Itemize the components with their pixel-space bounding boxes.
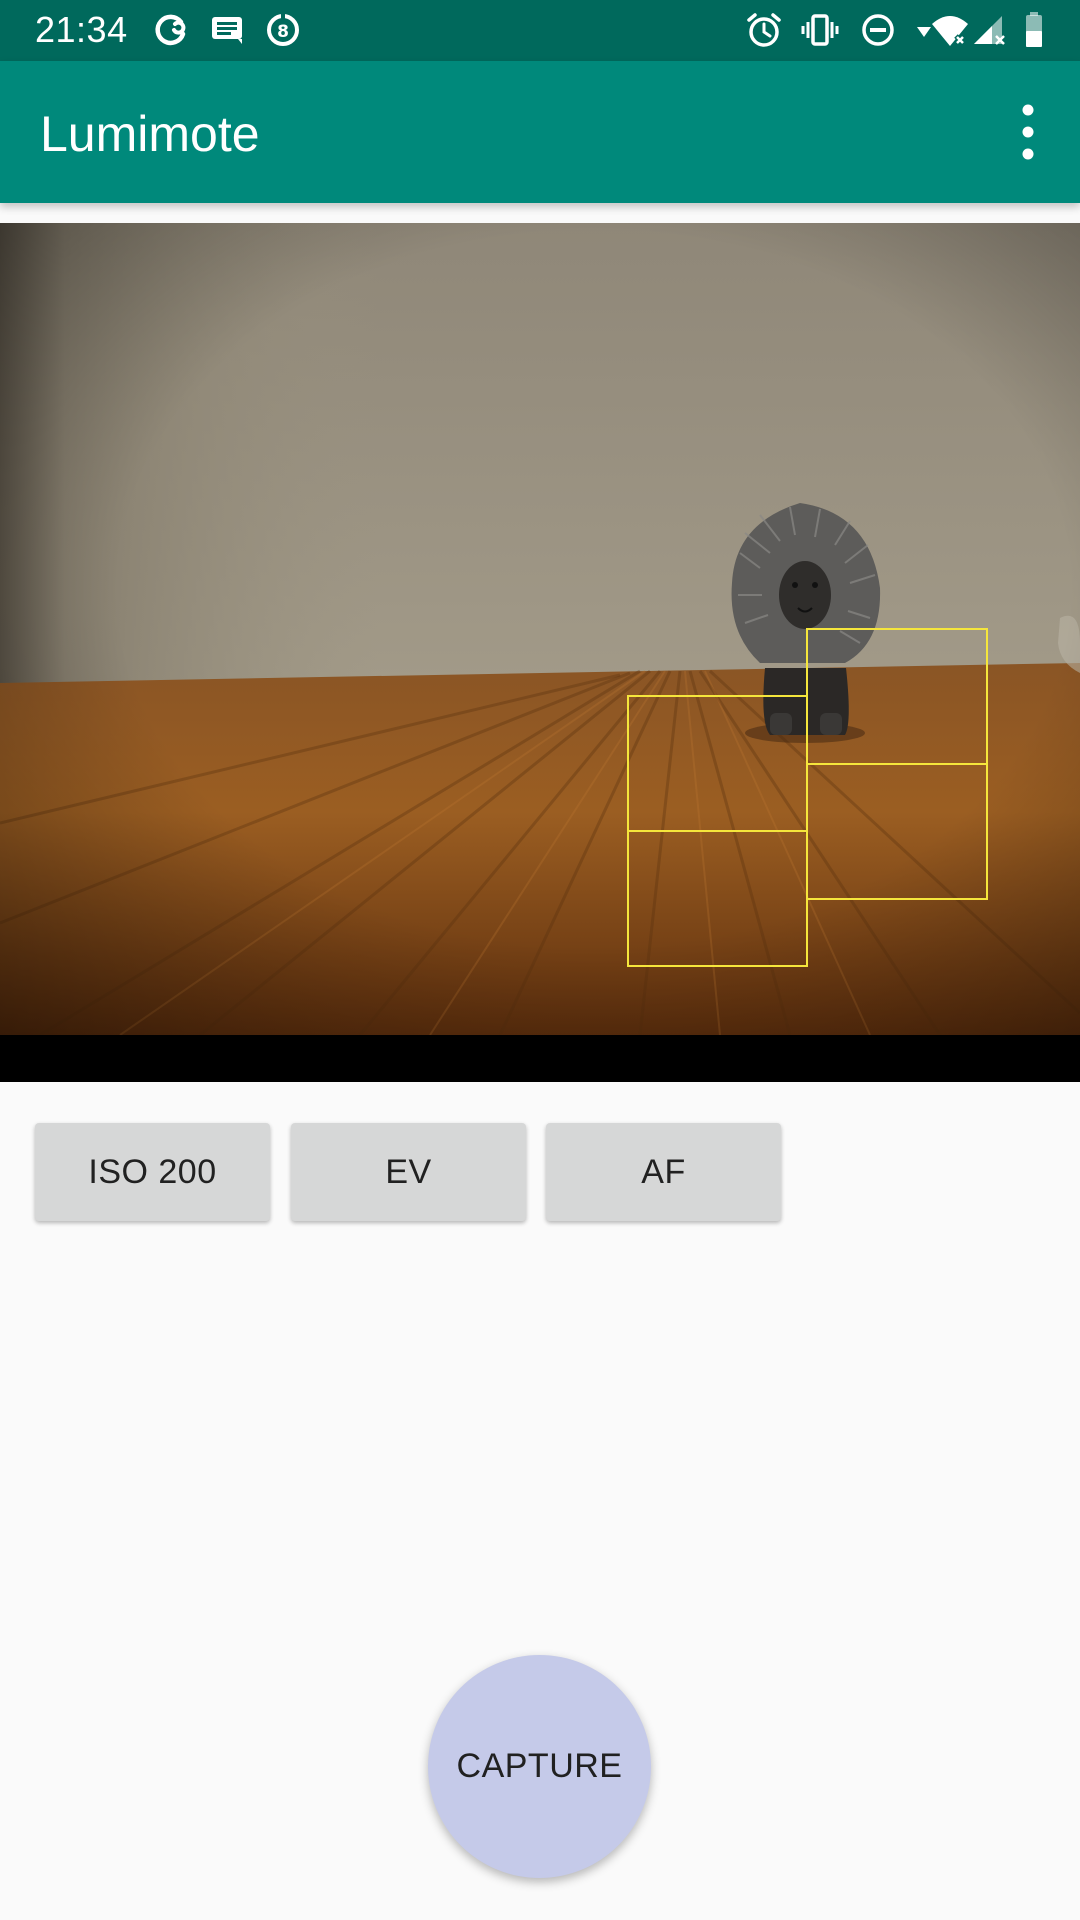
alarm-icon [744,10,784,50]
af-point-frame [627,695,808,832]
af-point-frame [806,763,988,900]
iso-button[interactable]: ISO 200 [35,1123,270,1221]
sync-icon [150,10,190,50]
battery-icon [1014,10,1054,50]
camera-preview[interactable] [0,223,1080,1035]
message-icon [207,10,247,50]
af-button[interactable]: AF [546,1123,781,1221]
data-saver-icon: 8 [263,10,303,50]
wifi-icon [930,10,970,50]
preview-letterbox [0,1035,1080,1082]
app-title: Lumimote [40,106,260,162]
ev-button[interactable]: EV [291,1123,526,1221]
signal-icon [970,10,1010,50]
af-point-frame [806,628,988,765]
do-not-disturb-icon [858,10,898,50]
vibrate-icon [800,10,840,50]
svg-text:8: 8 [277,22,289,42]
app-bar: Lumimote [0,61,1080,203]
status-bar: 21:34 8 [0,0,1080,61]
capture-button[interactable]: CAPTURE [428,1655,651,1878]
status-time: 21:34 [35,9,128,50]
more-vert-icon[interactable] [988,92,1068,172]
af-point-frame [627,830,808,967]
